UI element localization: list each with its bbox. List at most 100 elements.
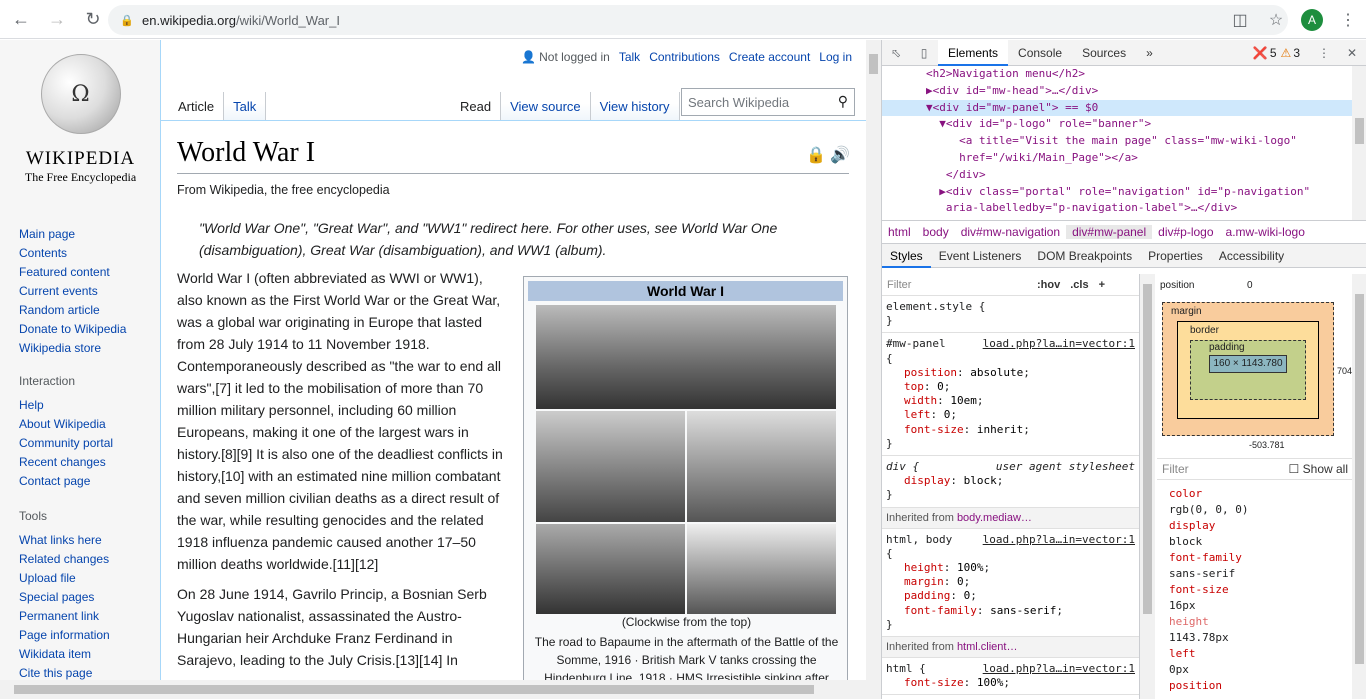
ship-sinking-photo[interactable] — [687, 524, 836, 614]
sidebar-link[interactable]: Contents — [19, 244, 159, 263]
star-icon[interactable]: ☆ — [1258, 10, 1294, 30]
computed-name[interactable]: position — [1157, 678, 1353, 694]
computed-filter-input[interactable]: Filter — [1162, 462, 1189, 476]
sidebar-link[interactable]: About Wikipedia — [19, 415, 159, 434]
tab-talk[interactable]: Talk — [224, 92, 267, 120]
sidebar-link[interactable]: Donate to Wikipedia — [19, 320, 159, 339]
filter-input[interactable]: Filter — [887, 279, 1027, 291]
computed-property[interactable]: font-family sans-serif — [1157, 550, 1353, 582]
contributions-link[interactable]: Contributions — [649, 50, 720, 64]
tanks-photo[interactable] — [687, 411, 836, 522]
forward-arrow-icon[interactable]: → — [42, 4, 72, 34]
css-declaration[interactable]: display: block; — [886, 474, 1135, 488]
css-value[interactable]: 0 — [957, 575, 964, 588]
scroll-thumb[interactable] — [14, 685, 814, 694]
computed-name[interactable]: display — [1157, 518, 1353, 534]
computed-name[interactable]: left — [1157, 646, 1353, 662]
sidebar-link[interactable]: Current events — [19, 282, 159, 301]
tab-view-history[interactable]: View history — [590, 92, 680, 120]
computed-name[interactable]: height — [1157, 614, 1353, 630]
dom-node[interactable]: <a title="Visit the main page" class="mw… — [882, 133, 1366, 150]
computed-property[interactable]: display block — [1157, 518, 1353, 550]
page-scrollbar[interactable] — [866, 40, 881, 699]
scroll-thumb[interactable] — [1355, 294, 1364, 664]
translate-icon[interactable]: ◫ — [1222, 10, 1258, 30]
css-value[interactable]: inherit — [977, 423, 1023, 436]
tab-elements[interactable]: Elements — [938, 39, 1009, 66]
breadcrumb-item[interactable]: html — [882, 225, 917, 239]
show-all-checkbox[interactable]: ☐ Show all — [1289, 462, 1348, 476]
dom-node[interactable]: ▼<div id="mw-panel"> == $0 — [882, 99, 1366, 117]
sidebar-link[interactable]: Community portal — [19, 434, 159, 453]
computed-name[interactable]: font-family — [1157, 550, 1353, 566]
subtab[interactable]: Event Listeners — [931, 244, 1030, 268]
inherited-element-link[interactable]: body.mediaw… — [957, 512, 1032, 524]
tab-sources[interactable]: Sources — [1072, 40, 1136, 66]
rule-source-link[interactable]: load.php?la…in=vector:1 — [983, 662, 1135, 676]
css-property[interactable]: margin — [904, 575, 944, 588]
css-declaration[interactable]: font-family: sans-serif; — [886, 604, 1135, 618]
css-value[interactable]: 10em — [950, 394, 977, 407]
css-value[interactable]: block — [964, 474, 997, 487]
talk-link[interactable]: Talk — [619, 50, 640, 64]
css-value[interactable]: 100% — [957, 561, 984, 574]
sidebar-link[interactable]: Wikidata item — [19, 645, 159, 664]
css-property[interactable]: position — [904, 366, 957, 379]
tab-console[interactable]: Console — [1008, 40, 1072, 66]
search-icon[interactable]: ⚲ — [838, 93, 848, 110]
css-property[interactable]: display — [904, 474, 950, 487]
dom-node[interactable]: ▼<div id="p-logo" role="banner"> — [882, 116, 1366, 133]
scroll-thumb[interactable] — [869, 54, 878, 74]
css-declaration[interactable]: width: 10em; — [886, 394, 1135, 408]
sidebar-link[interactable]: Page information — [19, 626, 159, 645]
machine-gun-photo[interactable] — [536, 524, 685, 614]
rule-source-link[interactable]: load.php?la…in=vector:1 — [983, 337, 1135, 351]
speaker-icon[interactable]: 🔊 — [830, 147, 850, 164]
css-property[interactable]: width — [904, 394, 937, 407]
computed-name[interactable]: color — [1157, 486, 1353, 502]
error-icon[interactable]: ❌ — [1253, 46, 1268, 60]
wikipedia-logo[interactable]: Ω Wikipedia The Free Encyclopedia — [18, 54, 143, 204]
login-link[interactable]: Log in — [819, 50, 852, 64]
breadcrumb-item[interactable]: div#p-logo — [1152, 225, 1219, 239]
css-property[interactable]: height — [904, 561, 944, 574]
sidebar-link[interactable]: Special pages — [19, 588, 159, 607]
css-property[interactable]: font-size — [904, 423, 964, 436]
rule-source-link[interactable]: load.php?la…in=vector:1 — [983, 533, 1135, 547]
dom-node[interactable]: <h2>Navigation menu</h2> — [882, 66, 1366, 83]
create-account-link[interactable]: Create account — [729, 50, 810, 64]
scroll-thumb[interactable] — [1355, 118, 1364, 144]
css-value[interactable]: 0 — [944, 408, 951, 421]
back-arrow-icon[interactable]: ← — [6, 4, 36, 34]
dom-node[interactable]: ▶<div class="portal" role="navigation" i… — [882, 184, 1366, 201]
page-hscrollbar[interactable] — [0, 680, 866, 699]
rule-selector[interactable]: element.style { — [886, 300, 1135, 314]
inherited-element-link[interactable]: html.client… — [957, 641, 1018, 653]
css-declaration[interactable]: font-size: inherit; — [886, 423, 1135, 437]
dom-scrollbar[interactable] — [1352, 66, 1366, 220]
more-tabs-icon[interactable]: » — [1136, 40, 1163, 66]
box-content[interactable]: 160 × 1143.780 — [1209, 355, 1287, 373]
computed-property[interactable]: position — [1157, 678, 1353, 694]
subtab[interactable]: DOM Breakpoints — [1029, 244, 1140, 268]
kebab-menu-icon[interactable]: ⋮ — [1330, 10, 1366, 30]
sidebar-link[interactable]: Featured content — [19, 263, 159, 282]
sidebar-link[interactable]: Wikipedia store — [19, 339, 159, 358]
computed-property[interactable]: color rgb(0, 0, 0) — [1157, 486, 1353, 518]
cls-toggle[interactable]: .cls — [1070, 279, 1088, 291]
computed-name[interactable]: font-size — [1157, 582, 1353, 598]
css-property[interactable]: left — [904, 408, 931, 421]
css-declaration[interactable]: top: 0; — [886, 380, 1135, 394]
sidebar-link[interactable]: Help — [19, 396, 159, 415]
css-property[interactable]: padding — [904, 589, 950, 602]
sidebar-link[interactable]: Main page — [19, 225, 159, 244]
inspect-icon[interactable]: ⬁ — [882, 46, 910, 60]
css-property[interactable]: top — [904, 380, 924, 393]
css-declaration[interactable]: padding: 0; — [886, 589, 1135, 603]
subtab[interactable]: Styles — [882, 244, 931, 268]
hov-toggle[interactable]: :hov — [1037, 279, 1060, 291]
sidebar-link[interactable]: What links here — [19, 531, 159, 550]
lock-icon[interactable]: 🔒 — [806, 147, 826, 164]
computed-property[interactable]: height 1143.78px — [1157, 614, 1353, 646]
breadcrumb-item[interactable]: div#mw-navigation — [955, 225, 1066, 239]
